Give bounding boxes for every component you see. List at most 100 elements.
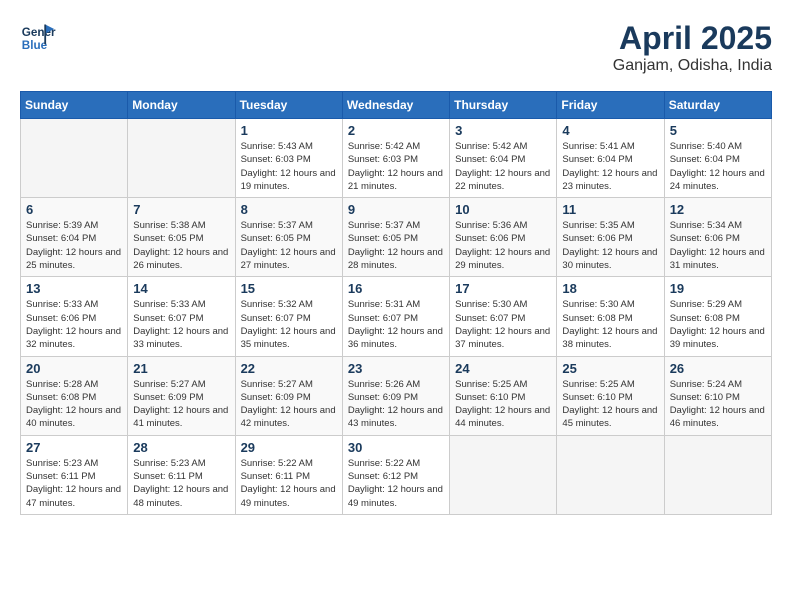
- day-number: 28: [133, 440, 229, 455]
- calendar-cell: 25 Sunrise: 5:25 AM Sunset: 6:10 PM Dayli…: [557, 356, 664, 435]
- calendar-table: SundayMondayTuesdayWednesdayThursdayFrid…: [20, 91, 772, 515]
- day-info: Sunrise: 5:22 AM Sunset: 6:11 PM Dayligh…: [241, 457, 337, 510]
- logo-icon: General Blue: [20, 20, 56, 56]
- title-block: April 2025 Ganjam, Odisha, India: [613, 20, 772, 75]
- day-info: Sunrise: 5:40 AM Sunset: 6:04 PM Dayligh…: [670, 140, 766, 193]
- day-info: Sunrise: 5:30 AM Sunset: 6:08 PM Dayligh…: [562, 298, 658, 351]
- day-info: Sunrise: 5:37 AM Sunset: 6:05 PM Dayligh…: [241, 219, 337, 272]
- calendar-week-row: 1 Sunrise: 5:43 AM Sunset: 6:03 PM Daylig…: [21, 119, 772, 198]
- calendar-cell: [450, 435, 557, 514]
- day-number: 22: [241, 361, 337, 376]
- day-number: 7: [133, 202, 229, 217]
- calendar-week-row: 6Sunrise: 5:39 AM Sunset: 6:04 PM Daylig…: [21, 198, 772, 277]
- column-header-friday: Friday: [557, 92, 664, 119]
- day-number: 6: [26, 202, 122, 217]
- calendar-cell: [128, 119, 235, 198]
- day-number: 30: [348, 440, 444, 455]
- day-number: 11: [562, 202, 658, 217]
- calendar-cell: 30 Sunrise: 5:22 AM Sunset: 6:12 PM Dayli…: [342, 435, 449, 514]
- calendar-cell: 29 Sunrise: 5:22 AM Sunset: 6:11 PM Dayli…: [235, 435, 342, 514]
- calendar-cell: 3 Sunrise: 5:42 AM Sunset: 6:04 PM Daylig…: [450, 119, 557, 198]
- day-number: 26: [670, 361, 766, 376]
- calendar-cell: 10Sunrise: 5:36 AM Sunset: 6:06 PM Dayli…: [450, 198, 557, 277]
- day-info: Sunrise: 5:23 AM Sunset: 6:11 PM Dayligh…: [26, 457, 122, 510]
- day-number: 14: [133, 281, 229, 296]
- svg-text:Blue: Blue: [22, 39, 48, 52]
- day-info: Sunrise: 5:28 AM Sunset: 6:08 PM Dayligh…: [26, 378, 122, 431]
- day-info: Sunrise: 5:25 AM Sunset: 6:10 PM Dayligh…: [562, 378, 658, 431]
- day-info: Sunrise: 5:31 AM Sunset: 6:07 PM Dayligh…: [348, 298, 444, 351]
- calendar-cell: 17 Sunrise: 5:30 AM Sunset: 6:07 PM Dayli…: [450, 277, 557, 356]
- calendar-cell: 16 Sunrise: 5:31 AM Sunset: 6:07 PM Dayli…: [342, 277, 449, 356]
- calendar-week-row: 13 Sunrise: 5:33 AM Sunset: 6:06 PM Dayli…: [21, 277, 772, 356]
- page-header: General Blue April 2025 Ganjam, Odisha, …: [20, 20, 772, 75]
- calendar-cell: 11 Sunrise: 5:35 AM Sunset: 6:06 PM Dayli…: [557, 198, 664, 277]
- day-number: 15: [241, 281, 337, 296]
- page-location: Ganjam, Odisha, India: [613, 57, 772, 75]
- day-info: Sunrise: 5:25 AM Sunset: 6:10 PM Dayligh…: [455, 378, 551, 431]
- calendar-cell: 4 Sunrise: 5:41 AM Sunset: 6:04 PM Daylig…: [557, 119, 664, 198]
- calendar-cell: 22 Sunrise: 5:27 AM Sunset: 6:09 PM Dayli…: [235, 356, 342, 435]
- calendar-cell: 13 Sunrise: 5:33 AM Sunset: 6:06 PM Dayli…: [21, 277, 128, 356]
- day-number: 8: [241, 202, 337, 217]
- day-info: Sunrise: 5:38 AM Sunset: 6:05 PM Dayligh…: [133, 219, 229, 272]
- calendar-cell: 19Sunrise: 5:29 AM Sunset: 6:08 PM Dayli…: [664, 277, 771, 356]
- day-number: 9: [348, 202, 444, 217]
- day-info: Sunrise: 5:22 AM Sunset: 6:12 PM Dayligh…: [348, 457, 444, 510]
- day-number: 25: [562, 361, 658, 376]
- column-header-saturday: Saturday: [664, 92, 771, 119]
- day-number: 2: [348, 123, 444, 138]
- day-info: Sunrise: 5:33 AM Sunset: 6:06 PM Dayligh…: [26, 298, 122, 351]
- day-info: Sunrise: 5:30 AM Sunset: 6:07 PM Dayligh…: [455, 298, 551, 351]
- day-info: Sunrise: 5:32 AM Sunset: 6:07 PM Dayligh…: [241, 298, 337, 351]
- day-number: 1: [241, 123, 337, 138]
- day-info: Sunrise: 5:27 AM Sunset: 6:09 PM Dayligh…: [241, 378, 337, 431]
- calendar-cell: 15 Sunrise: 5:32 AM Sunset: 6:07 PM Dayli…: [235, 277, 342, 356]
- column-header-tuesday: Tuesday: [235, 92, 342, 119]
- calendar-week-row: 27 Sunrise: 5:23 AM Sunset: 6:11 PM Dayli…: [21, 435, 772, 514]
- day-number: 29: [241, 440, 337, 455]
- day-info: Sunrise: 5:26 AM Sunset: 6:09 PM Dayligh…: [348, 378, 444, 431]
- column-header-monday: Monday: [128, 92, 235, 119]
- day-info: Sunrise: 5:23 AM Sunset: 6:11 PM Dayligh…: [133, 457, 229, 510]
- day-number: 4: [562, 123, 658, 138]
- calendar-cell: 24 Sunrise: 5:25 AM Sunset: 6:10 PM Dayli…: [450, 356, 557, 435]
- calendar-cell: [664, 435, 771, 514]
- calendar-header-row: SundayMondayTuesdayWednesdayThursdayFrid…: [21, 92, 772, 119]
- day-number: 16: [348, 281, 444, 296]
- column-header-wednesday: Wednesday: [342, 92, 449, 119]
- calendar-cell: 27 Sunrise: 5:23 AM Sunset: 6:11 PM Dayli…: [21, 435, 128, 514]
- day-number: 27: [26, 440, 122, 455]
- calendar-cell: 7 Sunrise: 5:38 AM Sunset: 6:05 PM Daylig…: [128, 198, 235, 277]
- day-number: 19: [670, 281, 766, 296]
- calendar-cell: 20Sunrise: 5:28 AM Sunset: 6:08 PM Dayli…: [21, 356, 128, 435]
- day-number: 24: [455, 361, 551, 376]
- day-info: Sunrise: 5:35 AM Sunset: 6:06 PM Dayligh…: [562, 219, 658, 272]
- calendar-cell: 21 Sunrise: 5:27 AM Sunset: 6:09 PM Dayli…: [128, 356, 235, 435]
- day-number: 21: [133, 361, 229, 376]
- day-info: Sunrise: 5:42 AM Sunset: 6:04 PM Dayligh…: [455, 140, 551, 193]
- day-info: Sunrise: 5:42 AM Sunset: 6:03 PM Dayligh…: [348, 140, 444, 193]
- column-header-thursday: Thursday: [450, 92, 557, 119]
- day-number: 17: [455, 281, 551, 296]
- day-number: 3: [455, 123, 551, 138]
- day-info: Sunrise: 5:41 AM Sunset: 6:04 PM Dayligh…: [562, 140, 658, 193]
- calendar-cell: 2 Sunrise: 5:42 AM Sunset: 6:03 PM Daylig…: [342, 119, 449, 198]
- logo: General Blue: [20, 20, 56, 56]
- day-number: 18: [562, 281, 658, 296]
- calendar-cell: 5 Sunrise: 5:40 AM Sunset: 6:04 PM Daylig…: [664, 119, 771, 198]
- calendar-cell: 14Sunrise: 5:33 AM Sunset: 6:07 PM Dayli…: [128, 277, 235, 356]
- calendar-cell: 1 Sunrise: 5:43 AM Sunset: 6:03 PM Daylig…: [235, 119, 342, 198]
- day-number: 12: [670, 202, 766, 217]
- day-info: Sunrise: 5:43 AM Sunset: 6:03 PM Dayligh…: [241, 140, 337, 193]
- calendar-cell: [557, 435, 664, 514]
- day-number: 13: [26, 281, 122, 296]
- day-info: Sunrise: 5:36 AM Sunset: 6:06 PM Dayligh…: [455, 219, 551, 272]
- calendar-cell: 12 Sunrise: 5:34 AM Sunset: 6:06 PM Dayli…: [664, 198, 771, 277]
- day-number: 23: [348, 361, 444, 376]
- day-number: 5: [670, 123, 766, 138]
- calendar-week-row: 20Sunrise: 5:28 AM Sunset: 6:08 PM Dayli…: [21, 356, 772, 435]
- day-info: Sunrise: 5:34 AM Sunset: 6:06 PM Dayligh…: [670, 219, 766, 272]
- calendar-cell: 23 Sunrise: 5:26 AM Sunset: 6:09 PM Dayli…: [342, 356, 449, 435]
- day-info: Sunrise: 5:27 AM Sunset: 6:09 PM Dayligh…: [133, 378, 229, 431]
